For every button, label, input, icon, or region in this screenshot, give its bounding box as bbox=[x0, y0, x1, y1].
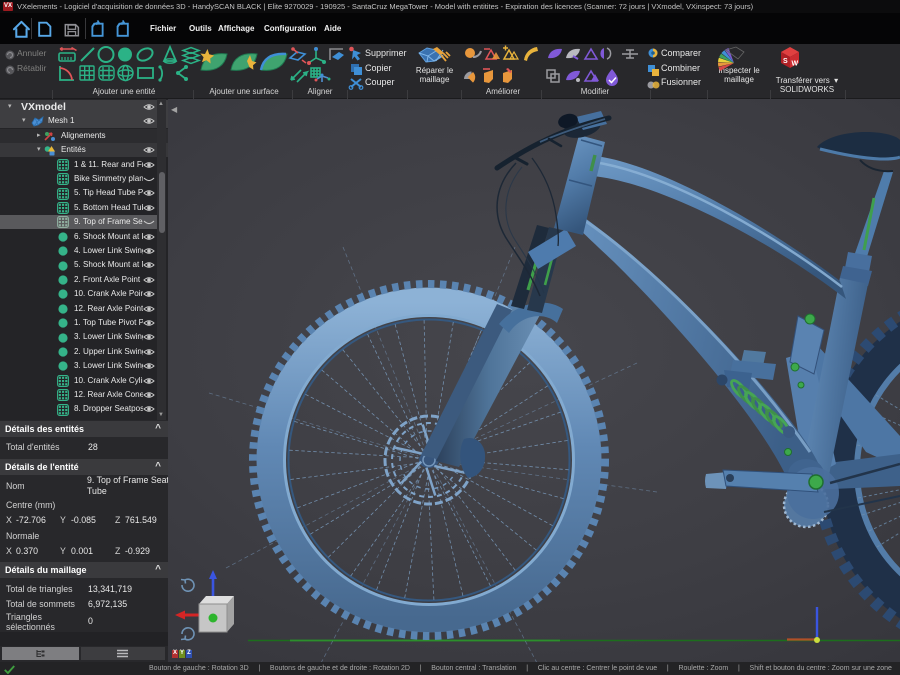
svg-text:S: S bbox=[783, 58, 788, 65]
svg-text:W: W bbox=[792, 61, 799, 68]
